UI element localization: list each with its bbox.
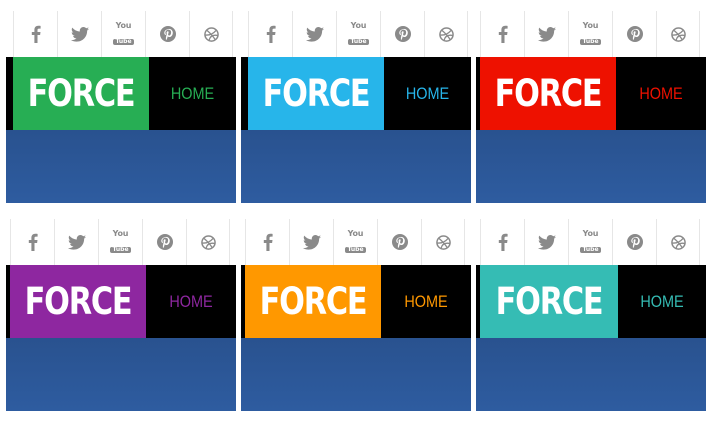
youtube-icon[interactable]: You Tube [101, 11, 145, 57]
nav-home-link[interactable]: HOME [625, 265, 700, 338]
nav-home-link[interactable]: HOME [156, 57, 230, 130]
facebook-icon[interactable] [248, 11, 292, 57]
youtube-icon[interactable]: You Tube [98, 219, 142, 265]
pinterest-icon[interactable] [377, 219, 421, 265]
site-header: FORCE HOME [241, 265, 471, 338]
nav-home-link[interactable]: HOME [388, 265, 465, 338]
site-logo[interactable]: FORCE [492, 57, 604, 130]
site-header: FORCE HOME [6, 57, 236, 130]
hero-banner [6, 338, 236, 411]
youtube-icon[interactable]: You Tube [568, 219, 612, 265]
dribbble-icon[interactable] [421, 219, 465, 265]
site-logo[interactable]: FORCE [25, 57, 137, 130]
youtube-tube-text: Tube [110, 246, 131, 253]
nav-home-link[interactable]: HOME [623, 57, 700, 130]
youtube-you-text: You [112, 229, 129, 238]
youtube-tube-text: Tube [345, 246, 366, 253]
hero-banner [241, 130, 471, 203]
site-logo[interactable]: FORCE [260, 57, 372, 130]
twitter-icon[interactable] [292, 11, 336, 57]
site-header: FORCE HOME [476, 265, 706, 338]
youtube-you-text: You [582, 21, 599, 30]
youtube-tube-text: Tube [113, 38, 134, 45]
twitter-icon[interactable] [289, 219, 333, 265]
site-logo[interactable]: FORCE [257, 265, 369, 338]
youtube-you-text: You [115, 21, 132, 30]
facebook-icon[interactable] [13, 11, 57, 57]
hero-banner [476, 130, 706, 203]
social-bar: You Tube [13, 11, 233, 57]
facebook-icon[interactable] [480, 11, 524, 57]
pinterest-icon[interactable] [612, 219, 656, 265]
social-bar: You Tube [248, 11, 468, 57]
youtube-icon[interactable]: You Tube [568, 11, 612, 57]
site-header: FORCE HOME [241, 57, 471, 130]
theme-preview-red[interactable]: You Tube FORCE HOME [476, 11, 706, 203]
theme-preview-teal[interactable]: You Tube FORCE HOME [476, 219, 706, 411]
social-bar: You Tube [480, 11, 700, 57]
twitter-icon[interactable] [57, 11, 101, 57]
nav-home-link[interactable]: HOME [153, 265, 230, 338]
theme-preview-blue[interactable]: You Tube FORCE HOME [241, 11, 471, 203]
youtube-you-text: You [582, 229, 599, 238]
dribbble-icon[interactable] [189, 11, 233, 57]
youtube-you-text: You [350, 21, 367, 30]
theme-preview-orange[interactable]: You Tube FORCE HOME [241, 219, 471, 411]
youtube-icon[interactable]: You Tube [333, 219, 377, 265]
dribbble-icon[interactable] [656, 219, 700, 265]
social-bar: You Tube [10, 219, 230, 265]
social-bar: You Tube [480, 219, 700, 265]
site-header: FORCE HOME [476, 57, 706, 130]
twitter-icon[interactable] [524, 219, 568, 265]
pinterest-icon[interactable] [380, 11, 424, 57]
site-logo[interactable]: FORCE [492, 265, 605, 338]
pinterest-icon[interactable] [142, 219, 186, 265]
site-header: FORCE HOME [6, 265, 236, 338]
youtube-icon[interactable]: You Tube [336, 11, 380, 57]
hero-banner [6, 130, 236, 203]
twitter-icon[interactable] [54, 219, 98, 265]
twitter-icon[interactable] [524, 11, 568, 57]
facebook-icon[interactable] [480, 219, 524, 265]
pinterest-icon[interactable] [612, 11, 656, 57]
hero-banner [241, 338, 471, 411]
facebook-icon[interactable] [245, 219, 289, 265]
dribbble-icon[interactable] [424, 11, 468, 57]
youtube-tube-text: Tube [580, 246, 601, 253]
hero-banner [476, 338, 706, 411]
youtube-you-text: You [347, 229, 364, 238]
pinterest-icon[interactable] [145, 11, 189, 57]
theme-preview-purple[interactable]: You Tube FORCE HOME [6, 219, 236, 411]
dribbble-icon[interactable] [186, 219, 230, 265]
social-bar: You Tube [245, 219, 465, 265]
dribbble-icon[interactable] [656, 11, 700, 57]
facebook-icon[interactable] [10, 219, 54, 265]
theme-preview-green[interactable]: You Tube FORCE HOME [6, 11, 236, 203]
site-logo[interactable]: FORCE [22, 265, 134, 338]
nav-home-link[interactable]: HOME [391, 57, 465, 130]
youtube-tube-text: Tube [580, 38, 601, 45]
youtube-tube-text: Tube [348, 38, 369, 45]
